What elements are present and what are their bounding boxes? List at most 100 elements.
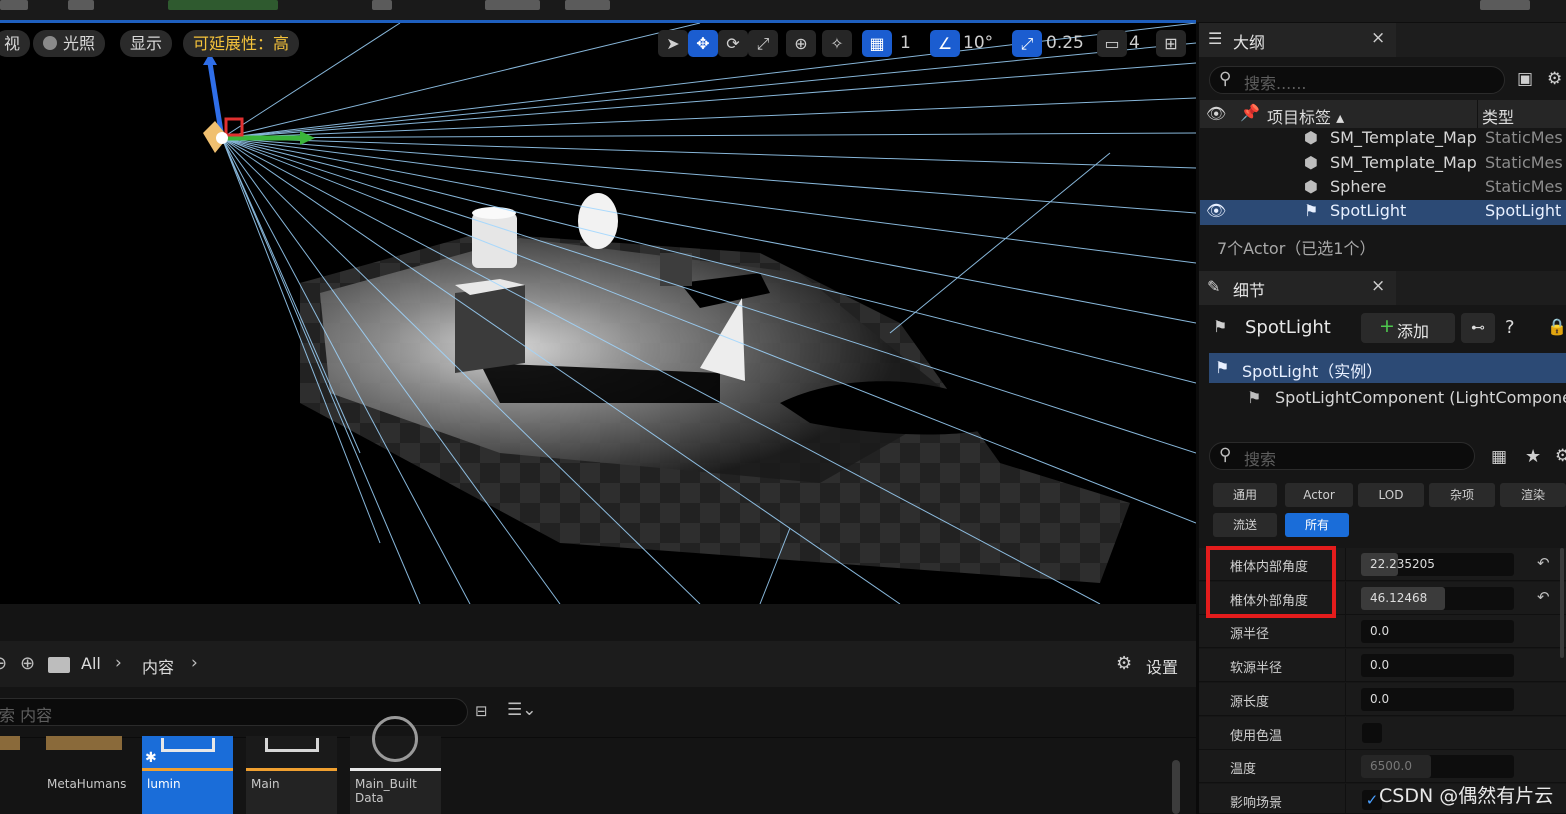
column-divider <box>1345 717 1346 750</box>
actor-name-field[interactable]: SpotLight <box>1245 317 1331 338</box>
property-value: 0.0 <box>1370 692 1390 706</box>
scale-mode-icon[interactable]: ⤢ <box>748 30 778 57</box>
settings-label[interactable]: 设置 <box>1146 654 1178 678</box>
scalability-warning[interactable]: 可延展性：高 <box>183 30 300 57</box>
use-temperature-checkbox[interactable] <box>1362 723 1382 743</box>
asset-tile[interactable]: MetaHumans <box>38 736 129 814</box>
save-search-icon[interactable]: ⊟ <box>475 702 488 720</box>
search-icon: ⚲ <box>1219 69 1232 89</box>
back-icon[interactable]: ⊖ <box>0 653 7 674</box>
asset-tile-selected[interactable]: ✱ lumin <box>142 736 233 814</box>
close-icon[interactable]: × <box>1371 276 1385 296</box>
content-scrollbar[interactable] <box>1172 760 1180 814</box>
world-space-icon[interactable]: ⊕ <box>786 30 816 57</box>
details-scrollbar[interactable] <box>1560 548 1564 658</box>
lighting-mode-button[interactable]: 光照 <box>33 30 106 57</box>
outliner-row-selected[interactable]: 👁 ⚑ SpotLight SpotLight <box>1200 200 1566 225</box>
source-length-input[interactable]: 0.0 <box>1361 688 1514 711</box>
asset-tile[interactable]: Main_Built Data <box>350 716 441 814</box>
asset-tile[interactable] <box>0 736 20 814</box>
asset-name: Main <box>251 777 280 791</box>
view-mode-label: 视 <box>4 34 21 53</box>
label-column-header[interactable]: 项目标签 ▴ <box>1267 104 1344 128</box>
level-viewport[interactable]: 视 光照 显示 可延展性：高 ➤ ✥ ⟳ ⤢ ⊕ ✧ ▦ 1 ∠ 10° ⤢ 0… <box>0 23 1196 604</box>
outliner-row[interactable]: ⬢ Sphere StaticMes <box>1200 176 1566 201</box>
property-row: 使用色温 <box>1199 717 1566 750</box>
outliner-row[interactable]: ⬢ SM_Template_Map StaticMes <box>1200 127 1566 152</box>
camera-speed-icon[interactable]: ▭ <box>1097 30 1127 57</box>
filter-rendering[interactable]: 渲染 <box>1500 483 1566 507</box>
breadcrumb-content[interactable]: 内容 <box>142 654 174 678</box>
filter-general[interactable]: 通用 <box>1213 483 1277 507</box>
toolbar-icon[interactable] <box>0 0 28 10</box>
source-radius-input[interactable]: 0.0 <box>1361 620 1514 643</box>
filter-all[interactable]: 所有 <box>1285 513 1349 537</box>
layout-icon[interactable]: ⊞ <box>1156 30 1186 57</box>
highlight-box <box>1206 546 1336 618</box>
grid-snap-value[interactable]: 1 <box>900 30 911 57</box>
type-column-header[interactable]: 类型 <box>1482 104 1514 128</box>
component-instance-row[interactable]: ⚑ SpotLight（实例） <box>1209 353 1566 383</box>
help-icon[interactable]: ? <box>1505 317 1515 338</box>
asset-tile[interactable]: Main <box>246 736 337 814</box>
add-folder-icon[interactable]: ▣ <box>1517 69 1533 89</box>
temperature-input[interactable]: 6500.0 <box>1361 755 1514 778</box>
chevron-right-icon[interactable]: › <box>191 653 198 673</box>
add-component-button[interactable]: + 添加 <box>1361 313 1455 343</box>
filter-actor[interactable]: Actor <box>1285 483 1353 507</box>
reset-icon[interactable]: ↶ <box>1537 588 1550 606</box>
close-icon[interactable]: × <box>1371 28 1385 48</box>
grid-snap-icon[interactable]: ▦ <box>862 30 892 57</box>
outer-cone-angle-input[interactable]: 46.12468 <box>1361 587 1514 610</box>
visibility-eye-icon[interactable]: 👁 <box>1206 201 1226 220</box>
forward-icon[interactable]: ⊕ <box>20 653 35 674</box>
soft-source-radius-input[interactable]: 0.0 <box>1361 654 1514 677</box>
rotation-snap-value[interactable]: 10° <box>963 30 993 57</box>
tab-details[interactable]: ✎ 细节 × <box>1199 271 1396 305</box>
show-menu-button[interactable]: 显示 <box>120 30 173 57</box>
rotation-snap-icon[interactable]: ∠ <box>930 30 960 57</box>
pin-column-icon[interactable]: 📌 <box>1240 103 1260 122</box>
filter-streaming[interactable]: 流送 <box>1213 513 1277 537</box>
rotate-mode-icon[interactable]: ⟳ <box>718 30 748 57</box>
blueprint-icon[interactable]: ⊷ <box>1461 313 1495 343</box>
translate-mode-icon[interactable]: ✥ <box>688 30 718 57</box>
outliner-row[interactable]: ⬢ SM_Template_Map StaticMes <box>1200 152 1566 177</box>
surface-snap-icon[interactable]: ✧ <box>822 30 852 57</box>
outliner-search-input[interactable]: ⚲ 搜索...... <box>1209 66 1505 94</box>
toolbar-icon[interactable] <box>372 0 392 10</box>
inner-cone-angle-input[interactable]: 22.235205 <box>1361 553 1514 576</box>
details-search-input[interactable]: ⚲ 搜索 <box>1209 442 1475 470</box>
reset-icon[interactable]: ↶ <box>1537 554 1550 572</box>
gear-icon[interactable]: ⚙ <box>1555 446 1566 466</box>
lock-icon[interactable]: 🔒 <box>1547 317 1566 336</box>
gear-icon[interactable]: ⚙ <box>1547 69 1562 89</box>
level-icon <box>161 738 215 752</box>
actor-name: Sphere <box>1330 177 1387 196</box>
select-mode-icon[interactable]: ➤ <box>658 30 688 57</box>
filter-misc[interactable]: 杂项 <box>1429 483 1495 507</box>
filter-lod[interactable]: LOD <box>1358 483 1424 507</box>
details-tab-bar: ✎ 细节 × <box>1199 271 1566 305</box>
component-label: SpotLightComponent (LightCompone <box>1275 388 1566 407</box>
panel-splitter[interactable] <box>1196 23 1199 814</box>
scale-snap-icon[interactable]: ⤢ <box>1012 30 1042 57</box>
tab-outliner[interactable]: ☰ 大纲 × <box>1199 23 1396 57</box>
gear-icon[interactable]: ⚙ <box>1116 653 1132 674</box>
toolbar-icon[interactable] <box>565 0 610 10</box>
settings-icon[interactable] <box>1480 0 1530 10</box>
chevron-right-icon[interactable]: › <box>115 653 122 673</box>
toolbar-icon[interactable] <box>485 0 540 10</box>
table-view-icon[interactable]: ▦ <box>1491 447 1507 467</box>
visibility-column-icon[interactable]: 👁 <box>1206 104 1226 123</box>
scale-snap-value[interactable]: 0.25 <box>1046 30 1084 57</box>
breadcrumb-all[interactable]: All <box>81 654 101 673</box>
view-mode-button[interactable]: 视 <box>0 30 31 57</box>
camera-speed-value[interactable]: 4 <box>1129 30 1140 57</box>
star-icon[interactable]: ★ <box>1525 446 1541 467</box>
toolbar-icon[interactable] <box>68 0 94 10</box>
static-mesh-icon: ⬢ <box>1304 128 1318 147</box>
component-row[interactable]: ⚑ SpotLightComponent (LightCompone <box>1209 385 1566 413</box>
play-controls[interactable] <box>168 0 278 10</box>
filter-icon[interactable]: ☰⌄ <box>507 700 536 720</box>
